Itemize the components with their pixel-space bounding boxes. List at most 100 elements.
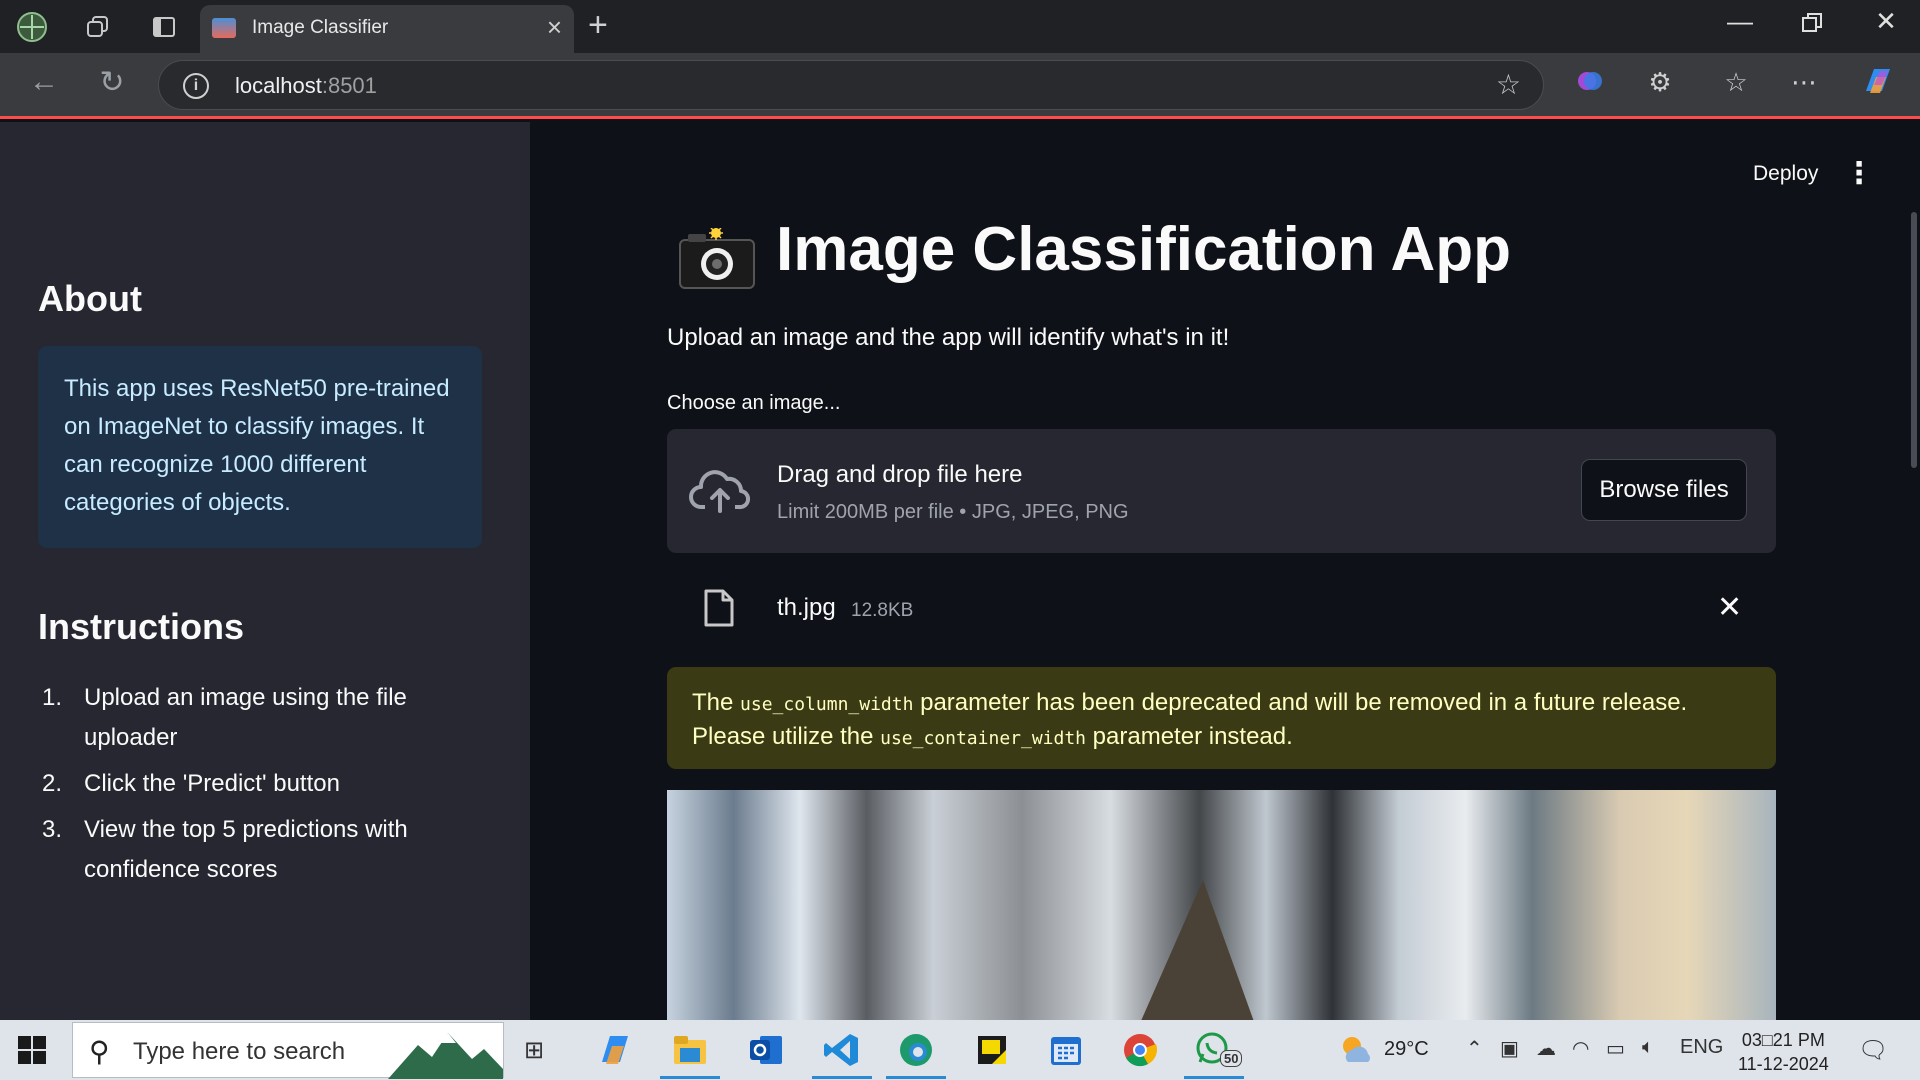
close-window-icon[interactable]: ✕ bbox=[1856, 6, 1916, 37]
search-icon: ⚲ bbox=[89, 1036, 110, 1067]
remove-file-icon[interactable]: ✕ bbox=[1717, 590, 1742, 625]
url-port: :8501 bbox=[321, 73, 377, 98]
tab-image-classifier[interactable]: Image Classifier × bbox=[200, 5, 574, 53]
instruction-text: Upload an image using the file uploader bbox=[84, 684, 407, 751]
meet-now-icon[interactable]: ▣ bbox=[1500, 1036, 1519, 1061]
main-content: Deploy ⋮ Image Classification App Upload… bbox=[530, 122, 1920, 1020]
temperature: 29°C bbox=[1384, 1038, 1429, 1060]
notifications-icon[interactable]: 🗨︎ bbox=[1858, 1036, 1888, 1065]
back-icon[interactable]: ← bbox=[24, 65, 64, 99]
edge-icon[interactable] bbox=[896, 1030, 936, 1070]
refresh-icon[interactable]: ↻ bbox=[92, 65, 132, 100]
instruction-item: 1. Upload an image using the file uploade… bbox=[42, 678, 482, 758]
page-subtitle: Upload an image and the app will identif… bbox=[667, 324, 1230, 351]
page-title: Image Classification App bbox=[776, 215, 1511, 284]
whatsapp-badge: 50 bbox=[1220, 1050, 1243, 1067]
camera-flash-icon bbox=[679, 228, 755, 289]
browser-toolbar: ← ↻ i localhost:8501 ☆ ⚙ ☆ ⋯ bbox=[0, 53, 1920, 119]
sidebar: About This app uses ResNet50 pre-trained… bbox=[0, 122, 530, 1020]
search-highlight-mountain-icon bbox=[388, 1033, 503, 1079]
file-explorer-icon[interactable] bbox=[670, 1030, 710, 1070]
weather-partly-cloudy-icon[interactable] bbox=[1338, 1032, 1374, 1068]
onedrive-error-icon[interactable]: ☁ bbox=[1536, 1036, 1556, 1061]
taskbar-search-box[interactable]: ⚲ Type here to search bbox=[72, 1022, 504, 1079]
cat-ear-shape bbox=[1137, 880, 1257, 1020]
tab-favicon-icon bbox=[212, 18, 236, 38]
restore-icon[interactable] bbox=[1782, 10, 1842, 41]
new-tab-icon[interactable]: + bbox=[588, 6, 608, 45]
minimize-icon[interactable]: — bbox=[1710, 6, 1770, 37]
volume-icon[interactable]: 🔈︎ bbox=[1642, 1036, 1654, 1059]
instructions-list: 1. Upload an image using the file uploade… bbox=[42, 678, 482, 896]
clock[interactable]: 03□21 PM 11-12-2024 bbox=[1738, 1028, 1829, 1076]
explorer-active-indicator bbox=[660, 1076, 720, 1079]
whatsapp-active-indicator bbox=[1184, 1076, 1244, 1079]
instructions-heading: Instructions bbox=[38, 606, 245, 647]
extensions-icon[interactable]: ⚙ bbox=[1640, 67, 1680, 98]
uploaded-file-item: th.jpg 12.8KB ✕ bbox=[667, 574, 1776, 654]
windows-taskbar: ⚲ Type here to search ⊞ 50 29°C ⌃ ▣ ☁ ◠ … bbox=[0, 1020, 1920, 1080]
vscode-icon[interactable] bbox=[822, 1030, 862, 1070]
vscode-active-indicator bbox=[812, 1076, 872, 1079]
browser-tabbar: Image Classifier × + — ✕ bbox=[0, 0, 1920, 53]
taskbar-search-placeholder: Type here to search bbox=[133, 1038, 346, 1065]
outlook-icon[interactable] bbox=[746, 1030, 786, 1070]
instruction-item: 3. View the top 5 predictions with confid… bbox=[42, 810, 482, 890]
more-menu-icon[interactable]: ⋯ bbox=[1784, 67, 1824, 98]
instruction-number: 1. bbox=[42, 684, 63, 711]
deprecation-warning: The use_column_width parameter has been … bbox=[667, 667, 1776, 769]
deploy-button[interactable]: Deploy bbox=[1753, 162, 1818, 186]
instruction-item: 2. Click the 'Predict' button bbox=[42, 764, 482, 804]
file-icon bbox=[704, 589, 734, 627]
about-info-box: This app uses ResNet50 pre-trained on Im… bbox=[38, 346, 482, 548]
dropzone-limit: Limit 200MB per file • JPG, JPEG, PNG bbox=[777, 501, 1129, 523]
wifi-icon[interactable]: ◠ bbox=[1572, 1036, 1589, 1061]
copilot-taskbar-icon[interactable] bbox=[596, 1030, 636, 1070]
url-host: localhost bbox=[235, 73, 322, 98]
warning-prefix: The bbox=[692, 689, 741, 716]
file-size: 12.8KB bbox=[851, 600, 914, 621]
task-view-icon[interactable]: ⊞ bbox=[524, 1036, 544, 1065]
warning-code-use-column-width: use_column_width bbox=[740, 694, 914, 715]
browse-files-button[interactable]: Browse files bbox=[1581, 459, 1747, 521]
tab-actions-icon[interactable] bbox=[146, 9, 181, 44]
copilot-icon[interactable] bbox=[1858, 63, 1898, 106]
about-heading: About bbox=[38, 278, 142, 319]
address-bar[interactable]: i localhost:8501 ☆ bbox=[158, 60, 1544, 110]
uploader-label: Choose an image... bbox=[667, 392, 841, 414]
instruction-text: View the top 5 predictions with confiden… bbox=[84, 816, 408, 883]
scrollbar-thumb[interactable] bbox=[1911, 212, 1917, 468]
file-name: th.jpg bbox=[777, 594, 836, 621]
language-indicator[interactable]: ENG bbox=[1680, 1036, 1723, 1059]
file-dropzone[interactable]: Drag and drop file here Limit 200MB per … bbox=[667, 429, 1776, 553]
instruction-number: 3. bbox=[42, 816, 63, 843]
chrome-icon[interactable] bbox=[1120, 1030, 1160, 1070]
tab-close-icon[interactable]: × bbox=[547, 12, 562, 43]
site-info-icon[interactable]: i bbox=[183, 73, 209, 99]
screen: Image Classifier × + — ✕ ← ↻ i localhost… bbox=[0, 0, 1920, 1080]
windows-start-icon[interactable] bbox=[18, 1036, 46, 1064]
workspaces-icon[interactable] bbox=[80, 9, 115, 44]
warning-code-use-container-width: use_container_width bbox=[880, 728, 1087, 749]
uploaded-image-preview bbox=[667, 790, 1776, 1020]
clock-time: 03□21 PM bbox=[1741, 1030, 1825, 1050]
show-hidden-icons-icon[interactable]: ⌃ bbox=[1466, 1036, 1483, 1061]
main-menu-icon[interactable]: ⋮ bbox=[1844, 156, 1874, 191]
dropzone-title: Drag and drop file here bbox=[777, 461, 1023, 488]
copilot-extension-icon[interactable] bbox=[1570, 67, 1610, 102]
profile-icon[interactable] bbox=[14, 9, 49, 44]
sticky-notes-icon[interactable] bbox=[972, 1030, 1012, 1070]
favorite-star-icon[interactable]: ☆ bbox=[1496, 68, 1521, 101]
calendar-icon[interactable] bbox=[1046, 1030, 1086, 1070]
tab-title: Image Classifier bbox=[252, 17, 389, 38]
streamlit-app: About This app uses ResNet50 pre-trained… bbox=[0, 122, 1920, 1020]
instruction-number: 2. bbox=[42, 770, 63, 797]
favorites-icon[interactable]: ☆ bbox=[1716, 67, 1756, 98]
clock-date: 11-12-2024 bbox=[1738, 1054, 1829, 1074]
cloud-upload-icon bbox=[689, 470, 751, 513]
instruction-text: Click the 'Predict' button bbox=[84, 770, 340, 797]
url-text: localhost:8501 bbox=[235, 73, 377, 99]
battery-icon[interactable]: ▭ bbox=[1606, 1036, 1625, 1061]
warning-suffix: parameter instead. bbox=[1086, 723, 1293, 750]
edge-active-indicator bbox=[886, 1076, 946, 1079]
